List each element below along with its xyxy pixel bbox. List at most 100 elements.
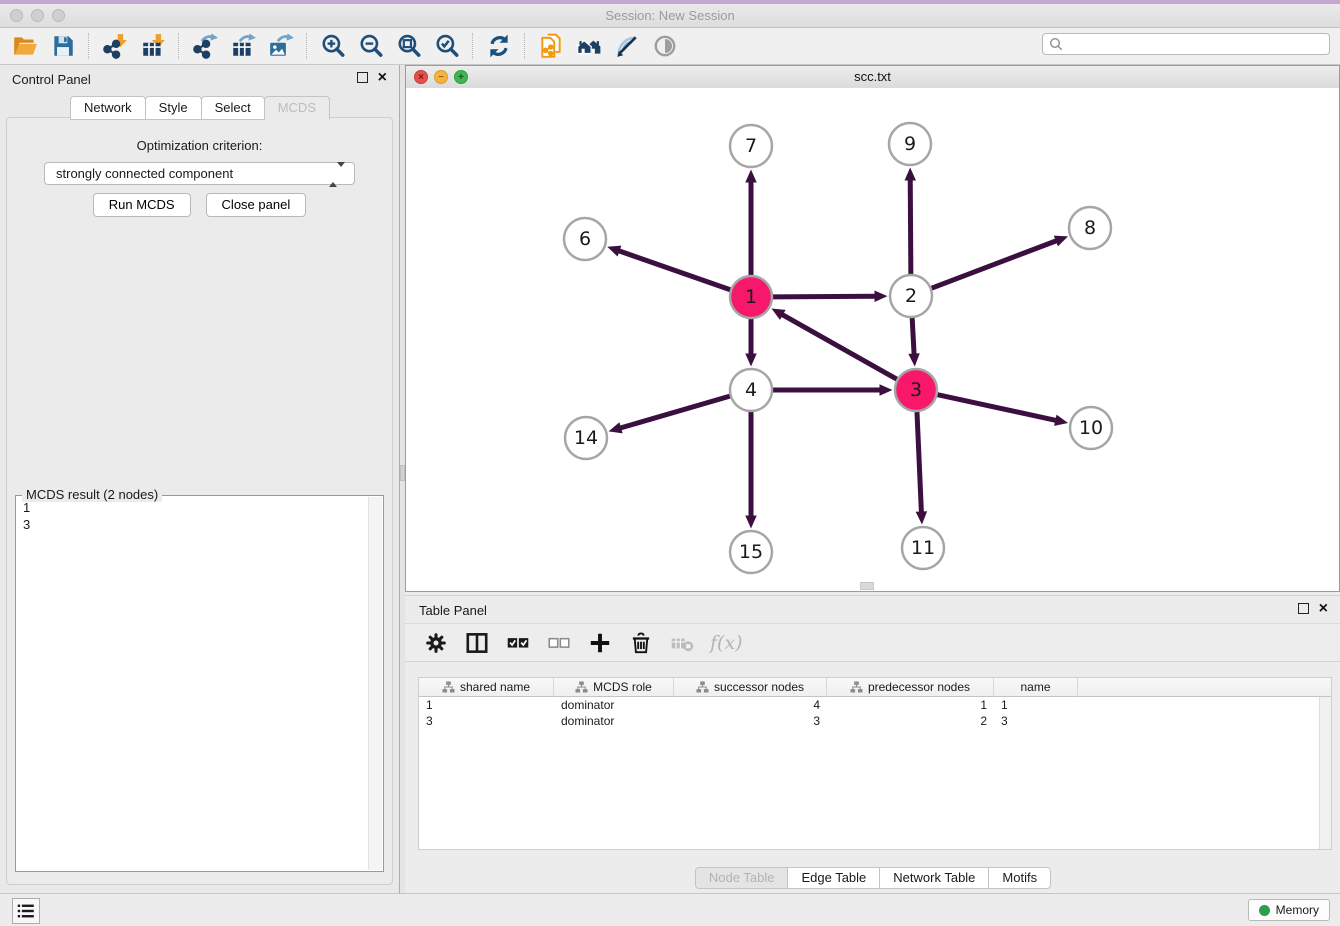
export-network-icon — [192, 33, 218, 59]
select-all-columns-button[interactable] — [505, 630, 531, 656]
table-scrollbar[interactable] — [1319, 697, 1331, 849]
close-icon[interactable]: × — [1319, 603, 1328, 614]
graph-edge-1-7[interactable] — [745, 170, 757, 276]
column-header-name[interactable]: name — [994, 678, 1078, 697]
graph-node-label: 14 — [574, 427, 598, 449]
graph-edge-3-1[interactable] — [771, 309, 896, 380]
canvas-resize-handle[interactable] — [860, 582, 874, 590]
tab-style[interactable]: Style — [145, 96, 202, 120]
graph-edge-4-14[interactable] — [609, 396, 730, 433]
hide-graphics-details-button[interactable] — [612, 31, 642, 61]
export-network-button[interactable] — [190, 31, 220, 61]
list-icon — [15, 900, 37, 922]
column-header-successor-nodes[interactable]: successor nodes — [674, 678, 827, 697]
export-table-icon — [230, 33, 256, 59]
window-title: Session: New Session — [0, 8, 1340, 23]
search-box[interactable] — [1042, 33, 1330, 55]
network-canvas[interactable]: 7 9 6 8 1 2 4 3 14 10 15 11 — [406, 88, 1339, 591]
search-input[interactable] — [1063, 36, 1329, 52]
tab-node-table[interactable]: Node Table — [695, 867, 789, 889]
tab-motifs[interactable]: Motifs — [988, 867, 1051, 889]
column-header-MCDS-role[interactable]: MCDS role — [554, 678, 674, 697]
run-mcds-button[interactable]: Run MCDS — [93, 193, 191, 217]
graph-node-11[interactable]: 11 — [902, 527, 944, 569]
graph-node-9[interactable]: 9 — [889, 123, 931, 165]
export-table-button[interactable] — [228, 31, 258, 61]
table-settings-button[interactable] — [423, 630, 449, 656]
column-header-predecessor-nodes[interactable]: predecessor nodes — [827, 678, 994, 697]
clone-network-button[interactable] — [536, 31, 566, 61]
tab-mcds[interactable]: MCDS — [264, 96, 330, 120]
column-type-icon — [442, 681, 455, 693]
graph-node-4[interactable]: 4 — [730, 369, 772, 411]
close-icon[interactable]: × — [378, 72, 387, 83]
graph-edge-2-9[interactable] — [904, 167, 915, 274]
show-graphics-details-icon — [652, 33, 678, 59]
table-cell: 1 — [827, 698, 994, 712]
save-session-icon — [50, 33, 76, 59]
column-header-shared-name[interactable]: shared name — [419, 678, 554, 697]
result-scrollbar[interactable] — [368, 497, 382, 870]
table-row[interactable]: 3dominator323 — [419, 713, 1331, 729]
graph-edge-4-3[interactable] — [773, 384, 893, 396]
table-tabs: Node TableEdge TableNetwork TableMotifs — [405, 867, 1340, 889]
graph-node-3[interactable]: 3 — [895, 369, 937, 411]
zoom-fit-button[interactable] — [394, 31, 424, 61]
zoom-selected-button[interactable] — [432, 31, 462, 61]
network-minimize-icon[interactable]: − — [434, 70, 448, 84]
graph-node-10[interactable]: 10 — [1070, 407, 1112, 449]
graph-node-1[interactable]: 1 — [730, 276, 772, 318]
add-column-button[interactable] — [587, 630, 613, 656]
save-session-button[interactable] — [48, 31, 78, 61]
open-session-icon — [12, 33, 38, 59]
graph-node-14[interactable]: 14 — [565, 417, 607, 459]
graph-node-6[interactable]: 6 — [564, 218, 606, 260]
graph-edge-4-15[interactable] — [745, 412, 757, 529]
graph-edge-1-2[interactable] — [773, 290, 888, 301]
graph-node-7[interactable]: 7 — [730, 125, 772, 167]
show-all-networks-button[interactable] — [574, 31, 604, 61]
graph-node-8[interactable]: 8 — [1069, 207, 1111, 249]
zoom-out-button[interactable] — [356, 31, 386, 61]
network-graph: 7 9 6 8 1 2 4 3 14 10 15 11 — [406, 88, 1339, 591]
network-close-icon[interactable]: × — [414, 70, 428, 84]
graph-edge-3-11[interactable] — [916, 412, 927, 525]
graph-edge-2-3[interactable] — [908, 318, 919, 367]
graph-edge-1-6[interactable] — [607, 246, 730, 290]
import-table-button[interactable] — [138, 31, 168, 61]
graph-edge-3-10[interactable] — [937, 395, 1068, 426]
unselect-all-columns-button[interactable] — [546, 630, 572, 656]
graph-edge-1-4[interactable] — [745, 319, 757, 367]
delete-column-icon — [628, 630, 654, 656]
table-cell: 3 — [419, 714, 554, 728]
network-view-window: × − + scc.txt 7 9 6 8 1 2 4 3 14 10 15 11 — [405, 65, 1340, 592]
tab-network-table[interactable]: Network Table — [879, 867, 989, 889]
split-view-button[interactable] — [464, 630, 490, 656]
titlebar-accent-strip — [0, 0, 1340, 4]
graph-edge-2-8[interactable] — [932, 236, 1068, 289]
tab-edge-table[interactable]: Edge Table — [787, 867, 880, 889]
graph-node-15[interactable]: 15 — [730, 531, 772, 573]
refresh-layout-button[interactable] — [484, 31, 514, 61]
column-type-icon — [696, 681, 709, 693]
task-history-button[interactable] — [12, 898, 40, 924]
import-network-button[interactable] — [100, 31, 130, 61]
open-session-button[interactable] — [10, 31, 40, 61]
zoom-in-button[interactable] — [318, 31, 348, 61]
network-window-titlebar[interactable]: × − + scc.txt — [406, 66, 1339, 89]
control-panel-tabs: NetworkStyleSelectMCDS — [0, 96, 399, 120]
graph-node-2[interactable]: 2 — [890, 275, 932, 317]
float-icon[interactable] — [1298, 603, 1309, 614]
float-icon[interactable] — [357, 72, 368, 83]
criterion-dropdown[interactable]: strongly connected component — [44, 162, 355, 185]
column-header-label: shared name — [460, 680, 530, 694]
close-panel-button[interactable]: Close panel — [206, 193, 307, 217]
export-image-button[interactable] — [266, 31, 296, 61]
delete-column-button[interactable] — [628, 630, 654, 656]
tab-network[interactable]: Network — [70, 96, 146, 120]
tab-select[interactable]: Select — [201, 96, 265, 120]
control-panel-content: Optimization criterion: strongly connect… — [6, 117, 393, 885]
memory-button[interactable]: Memory — [1248, 899, 1330, 921]
table-row[interactable]: 1dominator411 — [419, 697, 1331, 713]
network-zoom-icon[interactable]: + — [454, 70, 468, 84]
